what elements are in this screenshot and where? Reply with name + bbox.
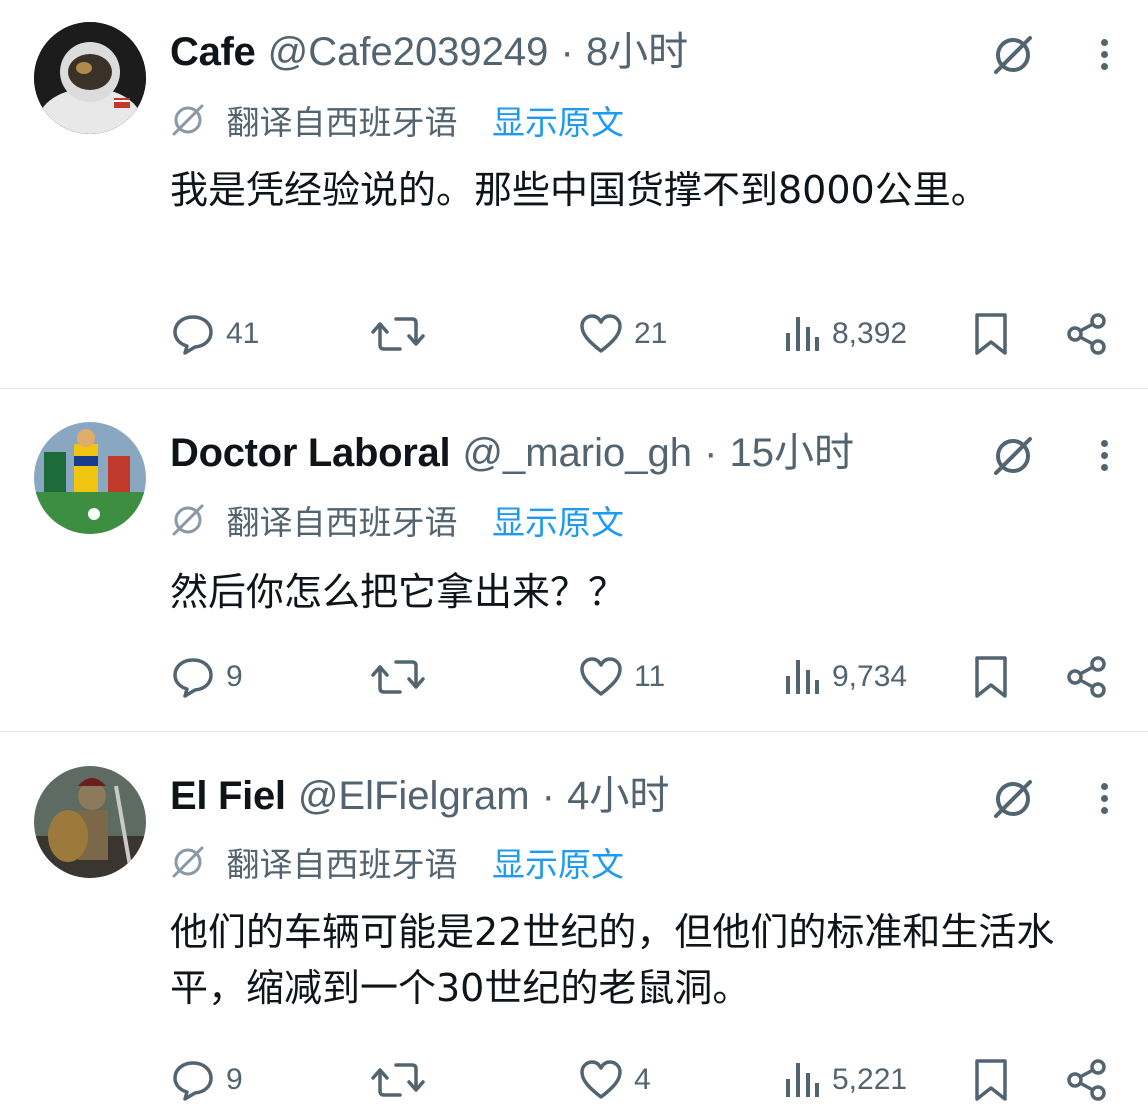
view-count: 8,392 bbox=[832, 317, 908, 350]
translation-row: 翻译自西班牙语 显示原文 bbox=[170, 502, 624, 547]
retweet-icon bbox=[371, 660, 425, 694]
share-button[interactable] bbox=[1064, 647, 1110, 707]
action-bar: 41 21 8,392 bbox=[170, 304, 1118, 364]
view-count: 5,221 bbox=[832, 1063, 908, 1096]
reply-count: 41 bbox=[226, 317, 260, 350]
like-count: 4 bbox=[634, 1063, 651, 1096]
retweet-button[interactable] bbox=[370, 647, 426, 707]
avatar[interactable] bbox=[34, 766, 146, 878]
share-icon bbox=[1067, 656, 1106, 698]
more-icon[interactable] bbox=[1101, 34, 1108, 75]
timestamp[interactable]: 4小时 bbox=[567, 774, 669, 818]
retweet-icon bbox=[371, 317, 425, 351]
bookmark-button[interactable] bbox=[970, 304, 1012, 364]
view-count: 9,734 bbox=[832, 660, 908, 693]
tweet-header: Doctor Laboral @_mario_gh · 15小时 bbox=[170, 429, 854, 477]
retweet-icon bbox=[371, 1063, 425, 1097]
translate-icon bbox=[170, 844, 206, 889]
user-handle[interactable]: @_mario_gh bbox=[462, 431, 692, 475]
grok-slash-icon[interactable] bbox=[990, 433, 1036, 483]
views-icon bbox=[786, 1063, 819, 1097]
retweet-button[interactable] bbox=[370, 1050, 426, 1110]
show-original-link[interactable]: 显示原文 bbox=[492, 845, 624, 884]
display-name[interactable]: Cafe bbox=[170, 30, 256, 74]
tweet-text: 他们的车辆可能是22世纪的，但他们的标准和生活水平，缩减到一个30世纪的老鼠洞。 bbox=[170, 910, 1055, 1010]
like-icon bbox=[580, 1060, 622, 1099]
translation-row: 翻译自西班牙语 显示原文 bbox=[170, 844, 624, 889]
like-count: 21 bbox=[634, 317, 668, 350]
share-icon bbox=[1067, 1059, 1106, 1101]
display-name[interactable]: El Fiel bbox=[170, 774, 286, 818]
translated-label: 翻译自西班牙语 bbox=[226, 103, 458, 142]
share-icon bbox=[1067, 313, 1106, 355]
views-button[interactable]: 8,392 bbox=[782, 304, 907, 364]
tweet[interactable]: Cafe @Cafe2039249 · 8小时 翻译自西班牙语 显示原文 我是凭… bbox=[0, 0, 1148, 389]
show-original-link[interactable]: 显示原文 bbox=[492, 503, 624, 542]
views-icon bbox=[786, 317, 819, 351]
like-button[interactable]: 11 bbox=[578, 647, 665, 707]
bookmark-icon bbox=[975, 656, 1007, 698]
translate-icon bbox=[170, 502, 206, 547]
display-name[interactable]: Doctor Laboral bbox=[170, 431, 451, 475]
separator: · bbox=[541, 774, 555, 818]
separator: · bbox=[560, 30, 574, 74]
retweet-button[interactable] bbox=[370, 304, 426, 364]
like-count: 11 bbox=[634, 660, 666, 693]
tweet-text: 我是凭经验说的。那些中国货撑不到8000公里。 bbox=[170, 168, 989, 212]
translation-row: 翻译自西班牙语 显示原文 bbox=[170, 102, 624, 147]
translated-label: 翻译自西班牙语 bbox=[226, 503, 458, 542]
reply-count: 9 bbox=[226, 660, 243, 693]
timestamp[interactable]: 8小时 bbox=[586, 30, 688, 74]
action-bar: 9 4 5,221 bbox=[170, 1050, 1118, 1110]
views-button[interactable]: 5,221 bbox=[782, 1050, 907, 1110]
reply-button[interactable]: 41 bbox=[170, 304, 259, 364]
reply-button[interactable]: 9 bbox=[170, 1050, 243, 1110]
user-handle[interactable]: @Cafe2039249 bbox=[268, 30, 549, 74]
share-button[interactable] bbox=[1064, 1050, 1110, 1110]
timestamp[interactable]: 15小时 bbox=[730, 431, 855, 475]
tweet-header: Cafe @Cafe2039249 · 8小时 bbox=[170, 28, 688, 76]
tweet[interactable]: Doctor Laboral @_mario_gh · 15小时 翻译自西班牙语… bbox=[0, 389, 1148, 732]
separator: · bbox=[704, 431, 718, 475]
more-icon[interactable] bbox=[1101, 435, 1108, 476]
grok-slash-icon[interactable] bbox=[990, 776, 1036, 826]
tweet[interactable]: El Fiel @ElFielgram · 4小时 翻译自西班牙语 显示原文 他… bbox=[0, 732, 1148, 1101]
reply-count: 9 bbox=[226, 1063, 243, 1096]
like-icon bbox=[580, 314, 622, 353]
reply-icon bbox=[173, 315, 213, 355]
more-icon[interactable] bbox=[1101, 778, 1108, 819]
avatar[interactable] bbox=[34, 22, 146, 134]
action-bar: 9 11 9,734 bbox=[170, 647, 1118, 707]
share-button[interactable] bbox=[1064, 304, 1110, 364]
show-original-link[interactable]: 显示原文 bbox=[492, 103, 624, 142]
translate-icon bbox=[170, 102, 206, 147]
reply-icon bbox=[173, 658, 213, 698]
bookmark-button[interactable] bbox=[970, 647, 1012, 707]
tweet-header: El Fiel @ElFielgram · 4小时 bbox=[170, 772, 669, 820]
like-button[interactable]: 4 bbox=[578, 1050, 651, 1110]
grok-slash-icon[interactable] bbox=[990, 32, 1036, 82]
bookmark-icon bbox=[975, 1059, 1007, 1101]
like-icon bbox=[580, 657, 622, 696]
tweet-text: 然后你怎么把它拿出来？？ bbox=[170, 570, 627, 614]
reply-icon bbox=[173, 1061, 213, 1101]
views-icon bbox=[786, 660, 819, 694]
bookmark-button[interactable] bbox=[970, 1050, 1012, 1110]
user-handle[interactable]: @ElFielgram bbox=[298, 774, 530, 818]
views-button[interactable]: 9,734 bbox=[782, 647, 907, 707]
avatar[interactable] bbox=[34, 422, 146, 534]
bookmark-icon bbox=[975, 313, 1007, 355]
translated-label: 翻译自西班牙语 bbox=[226, 845, 458, 884]
like-button[interactable]: 21 bbox=[578, 304, 667, 364]
reply-button[interactable]: 9 bbox=[170, 647, 243, 707]
